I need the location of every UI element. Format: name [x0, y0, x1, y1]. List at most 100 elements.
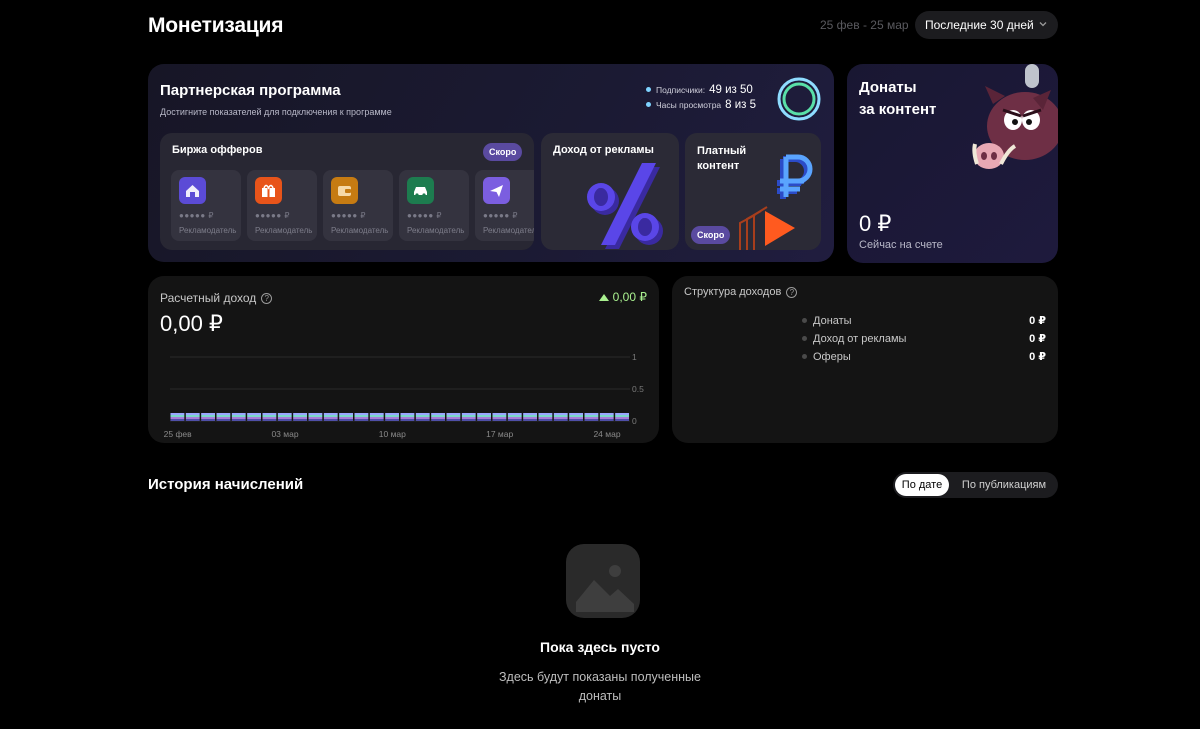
- ad-revenue-title: Доход от рекламы: [553, 144, 654, 156]
- partner-subtitle: Достигните показателей для подключения к…: [160, 107, 392, 117]
- offer-price: ●●●●● ₽: [407, 211, 442, 220]
- offer-advertiser: Рекламодатель: [407, 226, 465, 235]
- income-chart: 1 0.5 0 25 фев 03 мар 10 мар 17 мар 24 мар: [164, 352, 644, 439]
- structure-row-label: Оферы: [813, 350, 851, 363]
- progress-ring: [777, 77, 821, 121]
- chart-bar[interactable]: [216, 413, 231, 421]
- x-tick-label: 24 мар: [593, 429, 620, 439]
- chart-bar[interactable]: [569, 413, 583, 421]
- paid-title-line2: контент: [697, 160, 740, 172]
- chart-bar[interactable]: [262, 413, 277, 421]
- structure-row-label: Доход от рекламы: [813, 332, 907, 345]
- chart-bar[interactable]: [385, 413, 399, 421]
- plane-icon: [483, 177, 510, 204]
- structure-row-value: 0 ₽: [1029, 351, 1046, 363]
- info-icon[interactable]: ?: [786, 286, 798, 298]
- chart-bar[interactable]: [247, 413, 261, 421]
- structure-title: Структура доходов: [684, 286, 782, 298]
- chart-bar[interactable]: [446, 413, 461, 421]
- chart-bar[interactable]: [400, 413, 415, 421]
- offer-advertiser: Рекламодатель: [255, 226, 313, 235]
- estimated-income-card: Расчетный доход ? 0,00 ₽ 0,00 ₽ 1 0.5 0 25 …: [148, 276, 659, 443]
- offer-item[interactable]: ●●●●● ₽ Рекламодатель: [171, 170, 241, 241]
- x-tick-label: 25 фев: [164, 429, 193, 439]
- chart-bar[interactable]: [415, 413, 430, 421]
- chart-bar[interactable]: [615, 413, 629, 421]
- x-tick-label: 17 мар: [486, 429, 513, 439]
- stat-watch-hours: Часы просмотра 8 из 5: [646, 99, 756, 111]
- empty-state-title: Пока здесь пусто: [540, 639, 660, 655]
- chart-bar[interactable]: [584, 413, 599, 421]
- chart-bar[interactable]: [553, 413, 568, 421]
- stat-value: 8 из 5: [725, 99, 757, 111]
- chart-bar[interactable]: [308, 413, 323, 421]
- stat-dot: [646, 102, 651, 107]
- offer-item[interactable]: ●●●●● ₽ Рекламодатель: [247, 170, 317, 241]
- offer-item[interactable]: ●●●●● ₽ Рекламодатель: [323, 170, 393, 241]
- tab-by-date[interactable]: По дате: [895, 474, 949, 496]
- chart-bar[interactable]: [599, 413, 614, 421]
- chart-bar[interactable]: [354, 413, 369, 421]
- legend-dot: [802, 354, 807, 359]
- offer-item[interactable]: ●●●●● ₽ Рекламодатель: [475, 170, 534, 241]
- tab-by-publication[interactable]: По публикациям: [953, 474, 1055, 496]
- image-placeholder-icon: [566, 544, 640, 618]
- chart-bar[interactable]: [293, 413, 307, 421]
- gift-icon: [255, 177, 282, 204]
- chart-bar[interactable]: [369, 413, 384, 421]
- offer-price: ●●●●● ₽: [255, 211, 290, 220]
- chart-bar[interactable]: [170, 413, 185, 421]
- chart-bar[interactable]: [277, 413, 292, 421]
- period-select[interactable]: Последние 30 дней: [915, 11, 1058, 39]
- structure-row-donates: Донаты 0 ₽: [802, 314, 1046, 327]
- house-icon: [179, 177, 206, 204]
- paid-content-card[interactable]: Платный контент Скоро: [685, 133, 821, 250]
- page-title: Монетизация: [148, 14, 284, 37]
- chart-bar[interactable]: [339, 413, 353, 421]
- chart-bar[interactable]: [323, 413, 338, 421]
- chart-bar[interactable]: [492, 413, 507, 421]
- structure-row-value: 0 ₽: [1029, 315, 1046, 327]
- offers-exchange-card[interactable]: Биржа офферов Скоро ●●●●● ₽ Рекламодател…: [160, 133, 534, 250]
- donates-amount: 0 ₽: [859, 211, 892, 236]
- empty-state-text: Здесь будут показаны полученные донаты: [498, 670, 701, 703]
- donates-card[interactable]: Донаты за контент 0 ₽ Сейчас на счете: [847, 64, 1058, 263]
- stat-label: Подписчики:: [656, 85, 706, 95]
- wallet-icon: [331, 177, 358, 204]
- donates-caption: Сейчас на счете: [859, 239, 943, 251]
- partner-program-card[interactable]: Партнерская программа Достигните показат…: [148, 64, 834, 262]
- stat-label: Часы просмотра: [656, 100, 722, 110]
- chart-bar[interactable]: [431, 413, 445, 421]
- offer-advertiser: Рекламодатель: [483, 226, 534, 235]
- legend-dot: [802, 336, 807, 341]
- ad-revenue-card[interactable]: Доход от рекламы: [541, 133, 679, 250]
- x-tick-label: 03 мар: [271, 429, 298, 439]
- donates-title: Донаты за контент: [859, 77, 936, 121]
- chart-bar[interactable]: [185, 413, 200, 421]
- offer-price: ●●●●● ₽: [331, 211, 366, 220]
- donates-title-line1: Донаты: [859, 79, 917, 96]
- y-tick-label: 0.5: [632, 384, 644, 394]
- chart-bar[interactable]: [477, 413, 491, 421]
- soon-badge: Скоро: [483, 143, 523, 161]
- boar-mascot-icon: [972, 64, 1058, 169]
- chart-bar[interactable]: [507, 413, 522, 421]
- structure-row-label: Донаты: [813, 314, 852, 327]
- history-title: История начислений: [148, 476, 304, 493]
- chart-bar[interactable]: [231, 413, 246, 421]
- chart-bar[interactable]: [201, 413, 215, 421]
- offer-item[interactable]: ●●●●● ₽ Рекламодатель: [399, 170, 469, 241]
- structure-row-value: 0 ₽: [1029, 333, 1046, 345]
- income-structure-card: Структура доходов ? Донаты 0 ₽ Доход от …: [672, 276, 1058, 443]
- chart-bar[interactable]: [461, 413, 476, 421]
- offer-advertiser: Рекламодатель: [179, 226, 237, 235]
- period-select-label: Последние 30 дней: [925, 18, 1034, 32]
- history-sort-toggle: По дате По публикациям: [893, 472, 1058, 498]
- structure-title-row: Структура доходов ?: [684, 286, 798, 298]
- chart-bar[interactable]: [523, 413, 537, 421]
- chart-bar[interactable]: [538, 413, 553, 421]
- donates-title-line2: за контент: [859, 101, 937, 118]
- offer-price: ●●●●● ₽: [179, 211, 214, 220]
- offer-price: ●●●●● ₽: [483, 211, 518, 220]
- y-tick-label: 0: [632, 416, 637, 426]
